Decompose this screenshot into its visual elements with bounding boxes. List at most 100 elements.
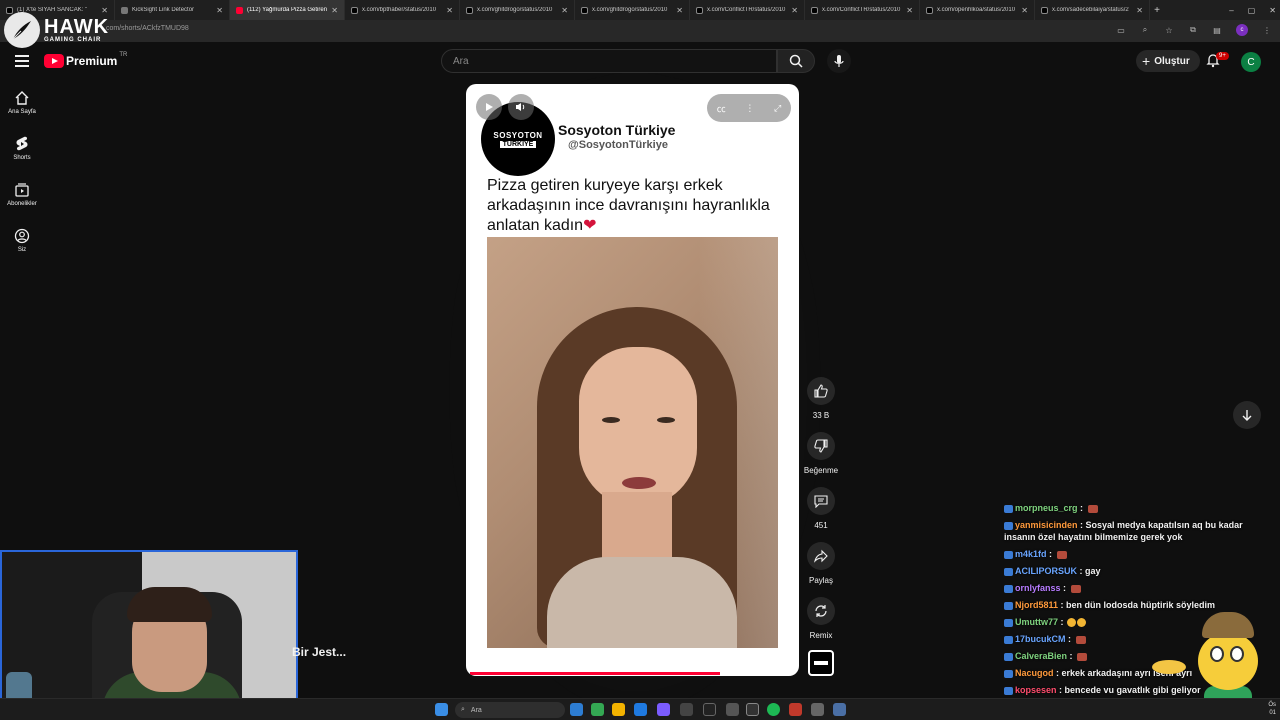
app-icon[interactable] (680, 703, 693, 716)
chat-username[interactable]: morpneus_crg (1015, 503, 1078, 513)
close-icon[interactable]: ✕ (791, 6, 798, 15)
chat-separator: : (1056, 685, 1065, 695)
discord-icon[interactable] (657, 703, 670, 716)
zoom-icon[interactable]: ⌕ (1140, 25, 1150, 35)
chat-separator: : (1077, 566, 1086, 576)
search-input[interactable]: Ara (441, 49, 777, 73)
terminal-icon[interactable] (703, 703, 716, 716)
maximize-icon[interactable]: ▢ (1248, 6, 1256, 15)
plus-icon: + (1142, 53, 1151, 69)
close-icon[interactable]: ✕ (1136, 6, 1143, 15)
browser-tab[interactable]: x.com/ConflictTR/status/2010 ✕ (690, 0, 805, 20)
browser-tab[interactable]: x.com/ghitdrogo/status/2010 ✕ (460, 0, 575, 20)
app-icon[interactable] (726, 703, 739, 716)
close-icon[interactable]: ✕ (676, 6, 683, 15)
shorts-player[interactable]: SOSYOTON TÜRKİYE ㏄ ⋮ ⤢ Sosyoton Türkiye … (466, 84, 799, 676)
chat-username[interactable]: Nacugod (1015, 668, 1054, 678)
chat-username[interactable]: m4k1fd (1015, 549, 1047, 559)
browser-tab-active[interactable]: (112) Yağmurda Pizza Getiren ✕ (230, 0, 345, 20)
profile-avatar[interactable]: c (1236, 24, 1248, 36)
sidebar-icon[interactable]: ▤ (1212, 25, 1222, 35)
guide-item-home[interactable]: Ana Sayfa (0, 90, 44, 115)
remix-button[interactable]: Remix (803, 597, 839, 640)
app-icon[interactable] (789, 703, 802, 716)
chrome-icon[interactable] (591, 703, 604, 716)
youtube-logo[interactable]: Premium TR (44, 52, 127, 68)
x-icon (811, 6, 818, 14)
guide-item-shorts[interactable]: Shorts (0, 136, 44, 161)
chat-username[interactable]: ornlyfanss (1015, 583, 1061, 593)
chat-username[interactable]: Umuttw77 (1015, 617, 1058, 627)
app-icon[interactable] (811, 703, 824, 716)
account-avatar[interactable]: C (1241, 52, 1261, 72)
taskbar-clock[interactable]: Ös 01 (1268, 701, 1276, 717)
minimize-icon[interactable]: – (1229, 6, 1233, 15)
captions-icon[interactable]: ㏄ (717, 102, 726, 115)
app-icon[interactable] (833, 703, 846, 716)
obs-icon[interactable] (746, 703, 759, 716)
browser-tab[interactable]: x.com/ghitdrogo/status/2010 ✕ (575, 0, 690, 20)
x-icon (581, 6, 588, 14)
caption-text: Pizza getiren kuryeye karşı erkek arkada… (487, 177, 770, 234)
chat-username[interactable]: Njord5811 (1015, 600, 1058, 610)
windows-start-icon[interactable] (435, 703, 448, 716)
coin-emote (1152, 660, 1186, 674)
taskbar-search[interactable]: ⌕ Ara (455, 702, 565, 718)
more-options-icon[interactable]: ⋮ (745, 103, 754, 114)
chat-mascot-emote (1190, 612, 1266, 708)
spotify-icon[interactable] (767, 703, 780, 716)
dislike-label: Beğenme (803, 466, 839, 475)
close-icon[interactable]: ✕ (906, 6, 913, 15)
browser-tab[interactable]: x.com/openhlkoa/status/2010 ✕ (920, 0, 1035, 20)
close-icon[interactable]: ✕ (446, 6, 453, 15)
bookmark-star-icon[interactable]: ☆ (1164, 25, 1174, 35)
fullscreen-icon[interactable]: ⤢ (774, 103, 781, 114)
new-tab-button[interactable]: + (1150, 5, 1164, 16)
share-button[interactable]: Paylaş (803, 542, 839, 585)
url-text[interactable]: .com/shorts/ACkfzTMUD98 (104, 25, 189, 32)
chat-username[interactable]: kopsesen (1015, 685, 1057, 695)
playback-progress-bar[interactable] (470, 672, 720, 675)
taskbar-search-placeholder: Ara (470, 706, 482, 714)
like-button[interactable]: 33 B (803, 377, 839, 420)
menu-hamburger-icon[interactable] (15, 55, 29, 67)
comments-button[interactable]: 451 (803, 487, 839, 530)
volume-button[interactable] (508, 94, 534, 120)
browser-tab[interactable]: x.com/ConflictTR/status/2010 ✕ (805, 0, 920, 20)
cast-icon[interactable]: ▭ (1116, 25, 1126, 35)
sound-source-thumbnail[interactable] (808, 650, 834, 676)
channel-logo-line2: TÜRKİYE (499, 140, 537, 148)
search-button[interactable] (777, 49, 815, 73)
copilot-icon[interactable] (570, 703, 583, 716)
chat-username[interactable]: 17bucukCM (1015, 634, 1066, 644)
browser-toolbar-icons: ▭ ⌕ ☆ ⧉ ▤ c ⋮ (1116, 24, 1272, 36)
close-window-icon[interactable]: ✕ (1269, 6, 1276, 15)
voice-search-button[interactable] (827, 49, 851, 73)
guide-item-you[interactable]: Siz (0, 228, 44, 253)
next-short-button[interactable] (1233, 401, 1261, 429)
dislike-button[interactable]: Beğenme (803, 432, 839, 475)
chat-badge-icon (1004, 584, 1013, 593)
chat-separator: : (1077, 503, 1086, 513)
arrow-down-icon (1242, 410, 1252, 421)
extensions-icon[interactable]: ⧉ (1188, 25, 1198, 35)
browser-tab[interactable]: KickSight Link Detector ✕ (115, 0, 230, 20)
browser-tab[interactable]: x.com/sadecebilaiya/status/2 ✕ (1035, 0, 1150, 20)
chat-username[interactable]: yanmisicinden (1015, 520, 1078, 530)
chat-username[interactable]: ACILIPORSUK (1015, 566, 1077, 576)
home-icon (15, 91, 29, 105)
player-controls-right: ㏄ ⋮ ⤢ (707, 94, 791, 122)
close-icon[interactable]: ✕ (331, 6, 338, 15)
create-button[interactable]: + Oluştur (1136, 50, 1200, 72)
play-icon (486, 103, 493, 111)
browser-tab[interactable]: x.com/bpthaber/status/2010 ✕ (345, 0, 460, 20)
guide-item-subscriptions[interactable]: Abonelikler (0, 182, 44, 207)
chat-username[interactable]: CalveraBien (1015, 651, 1067, 661)
play-button[interactable] (476, 94, 502, 120)
close-icon[interactable]: ✕ (216, 6, 223, 15)
close-icon[interactable]: ✕ (1021, 6, 1028, 15)
edge-icon[interactable] (634, 703, 647, 716)
file-explorer-icon[interactable] (612, 703, 625, 716)
close-icon[interactable]: ✕ (561, 6, 568, 15)
menu-dots-icon[interactable]: ⋮ (1262, 25, 1272, 35)
